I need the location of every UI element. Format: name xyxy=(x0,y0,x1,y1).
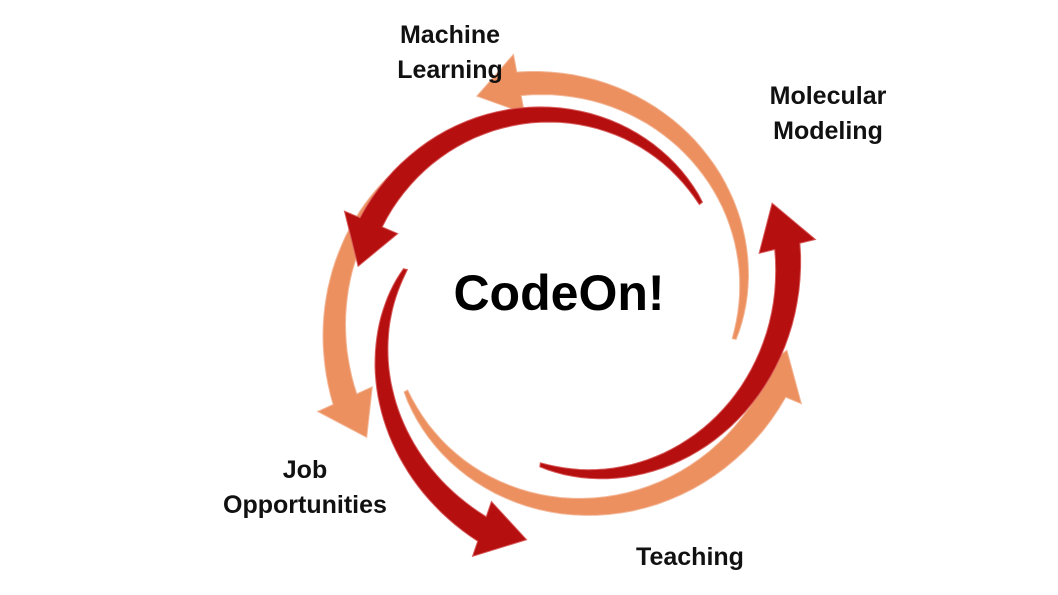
dark-arrow-top xyxy=(343,106,704,268)
label-line: Opportunities xyxy=(223,491,387,519)
label-job-opportunities: Job Opportunities xyxy=(200,453,410,523)
label-teaching: Teaching xyxy=(610,540,770,575)
label-line: Teaching xyxy=(636,543,744,571)
label-line: Learning xyxy=(397,56,503,84)
center-title: CodeOn! xyxy=(453,265,665,321)
dark-arrow-right xyxy=(539,202,817,480)
label-line: Machine xyxy=(399,21,501,49)
label-line: Modeling xyxy=(773,117,883,145)
label-machine-learning: Machine Learning xyxy=(370,18,530,88)
label-molecular-modeling: Molecular Modeling xyxy=(748,79,908,149)
light-arrow-bottom xyxy=(403,349,803,516)
label-line: Job xyxy=(282,456,328,484)
label-line: Molecular xyxy=(769,82,887,110)
